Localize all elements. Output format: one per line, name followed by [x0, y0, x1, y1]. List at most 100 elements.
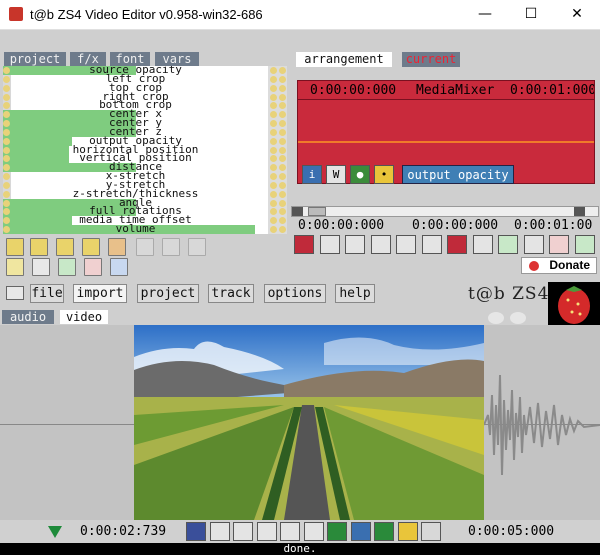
- node-icon[interactable]: •: [374, 165, 394, 184]
- automation-track[interactable]: 0:00:00:000 MediaMixer 0:00:01:000 i W ●…: [297, 80, 595, 184]
- tab-audio[interactable]: audio: [2, 310, 54, 324]
- keyframe-indicator-icon[interactable]: [270, 84, 277, 92]
- marker-out-icon[interactable]: [256, 522, 277, 541]
- keyframe-indicator-icon[interactable]: [279, 93, 286, 101]
- export-icon[interactable]: [32, 258, 50, 276]
- keyframe-indicator-icon[interactable]: [279, 128, 286, 136]
- cut-icon[interactable]: [549, 235, 569, 254]
- keyframe-indicator-icon[interactable]: [270, 128, 277, 136]
- keyframe-indicator-icon[interactable]: [270, 102, 277, 110]
- keyframe-indicator-icon[interactable]: [270, 146, 277, 154]
- import-icon[interactable]: [58, 258, 76, 276]
- scroll-right-icon[interactable]: [574, 207, 585, 216]
- move-icon[interactable]: [523, 235, 544, 254]
- keyframe-indicator-icon[interactable]: [270, 190, 277, 198]
- arrow-icon[interactable]: [110, 258, 128, 276]
- tab-project[interactable]: project: [4, 52, 66, 66]
- scroll-left-icon[interactable]: [292, 207, 303, 216]
- help-icon[interactable]: [6, 258, 24, 276]
- marker-out-icon[interactable]: [370, 235, 391, 254]
- scroll-thumb[interactable]: [308, 207, 326, 216]
- tab-fx[interactable]: f/x: [70, 52, 106, 66]
- keyframe-indicator-icon[interactable]: [270, 217, 277, 225]
- heart-icon[interactable]: [397, 522, 418, 541]
- keyframe-indicator-icon[interactable]: [270, 75, 277, 83]
- record-icon[interactable]: [186, 522, 206, 541]
- circle-icon[interactable]: [56, 238, 74, 256]
- keyframe-indicator-icon[interactable]: [279, 217, 286, 225]
- square-icon[interactable]: [82, 238, 100, 256]
- film-icon[interactable]: [447, 235, 467, 254]
- keyframe-indicator-icon[interactable]: [270, 181, 277, 189]
- keyframe-indicator-icon[interactable]: [279, 67, 286, 74]
- keyframe-indicator-icon[interactable]: [279, 226, 286, 234]
- tab-video[interactable]: video: [60, 310, 108, 324]
- keyframe-indicator-icon[interactable]: [279, 199, 286, 207]
- donate-button[interactable]: Donate: [521, 257, 597, 274]
- keyframe-indicator-icon[interactable]: [279, 155, 286, 163]
- import-track-icon[interactable]: [498, 235, 518, 254]
- close-button[interactable]: ✕: [554, 0, 600, 30]
- keyframe-indicator-icon[interactable]: [270, 164, 277, 172]
- tab-font[interactable]: font: [110, 52, 150, 66]
- keyframe-indicator-icon[interactable]: [279, 111, 286, 119]
- redo-icon[interactable]: [574, 235, 595, 254]
- keyframe-indicator-icon[interactable]: [279, 84, 286, 92]
- property-row[interactable]: volume: [3, 223, 287, 234]
- keyframe-indicator-icon[interactable]: [270, 67, 277, 74]
- flag-icon[interactable]: [472, 235, 493, 254]
- zoom-out-icon[interactable]: [421, 235, 442, 254]
- keyframe-indicator-icon[interactable]: [279, 208, 286, 216]
- keyframe-indicator-icon[interactable]: [270, 173, 277, 181]
- keyframe-indicator-icon[interactable]: [270, 155, 277, 163]
- marker-in-icon[interactable]: [345, 235, 365, 254]
- play-icon[interactable]: [350, 522, 371, 541]
- keyframe-indicator-icon[interactable]: [279, 75, 286, 83]
- keyframe-indicator-icon[interactable]: [279, 137, 286, 145]
- mail-icon[interactable]: [108, 238, 126, 256]
- keyframe-indicator-icon[interactable]: [279, 102, 286, 110]
- info-icon[interactable]: i: [302, 165, 322, 184]
- menu-options[interactable]: options: [264, 284, 326, 303]
- link-icon[interactable]: ●: [350, 165, 370, 184]
- keyframe-indicator-icon[interactable]: [279, 164, 286, 172]
- menu-track[interactable]: track: [208, 284, 254, 303]
- record-icon[interactable]: [294, 235, 314, 254]
- keyframe-indicator-icon[interactable]: [270, 208, 277, 216]
- keyframe-indicator-icon[interactable]: [270, 137, 277, 145]
- marker-in-icon[interactable]: [233, 522, 253, 541]
- keyframe-indicator-icon[interactable]: [270, 111, 277, 119]
- maximize-button[interactable]: ☐: [508, 0, 554, 30]
- keyframe-indicator-icon[interactable]: [279, 173, 286, 181]
- keyframe-indicator-icon[interactable]: [279, 181, 286, 189]
- keyframe-indicator-icon[interactable]: [270, 120, 277, 128]
- menu-project[interactable]: project: [137, 284, 199, 303]
- playhead-marker-icon[interactable]: [48, 526, 62, 538]
- waveform-icon[interactable]: W: [326, 165, 346, 184]
- keyframe-indicator-icon[interactable]: [270, 93, 277, 101]
- param-selector[interactable]: output opacity: [402, 165, 514, 184]
- keyframe-indicator-icon[interactable]: [270, 226, 277, 234]
- horizontal-scrollbar[interactable]: [291, 206, 599, 217]
- play-icon[interactable]: [30, 238, 48, 256]
- no-icon[interactable]: [209, 522, 230, 541]
- tab-vars[interactable]: vars: [155, 52, 199, 66]
- rewind-icon[interactable]: [6, 238, 24, 256]
- keyframe-indicator-icon[interactable]: [279, 190, 286, 198]
- tools-icon[interactable]: [84, 258, 102, 276]
- tab-arrangement[interactable]: arrangement: [296, 52, 392, 67]
- zoom-out-icon[interactable]: [303, 522, 324, 541]
- tab-current[interactable]: current: [402, 52, 460, 67]
- menu-file[interactable]: file: [30, 284, 64, 303]
- minimize-button[interactable]: —: [462, 0, 508, 30]
- zoom-in-icon[interactable]: [396, 235, 416, 254]
- menu-import[interactable]: import: [73, 284, 127, 303]
- skip-back-icon[interactable]: [327, 522, 347, 541]
- zoom-in-icon[interactable]: [280, 522, 300, 541]
- no-icon[interactable]: [319, 235, 340, 254]
- keyframe-indicator-icon[interactable]: [270, 199, 277, 207]
- folder-icon[interactable]: [6, 286, 24, 300]
- keyframe-indicator-icon[interactable]: [279, 146, 286, 154]
- skip-forward-icon[interactable]: [374, 522, 394, 541]
- menu-help[interactable]: help: [335, 284, 375, 303]
